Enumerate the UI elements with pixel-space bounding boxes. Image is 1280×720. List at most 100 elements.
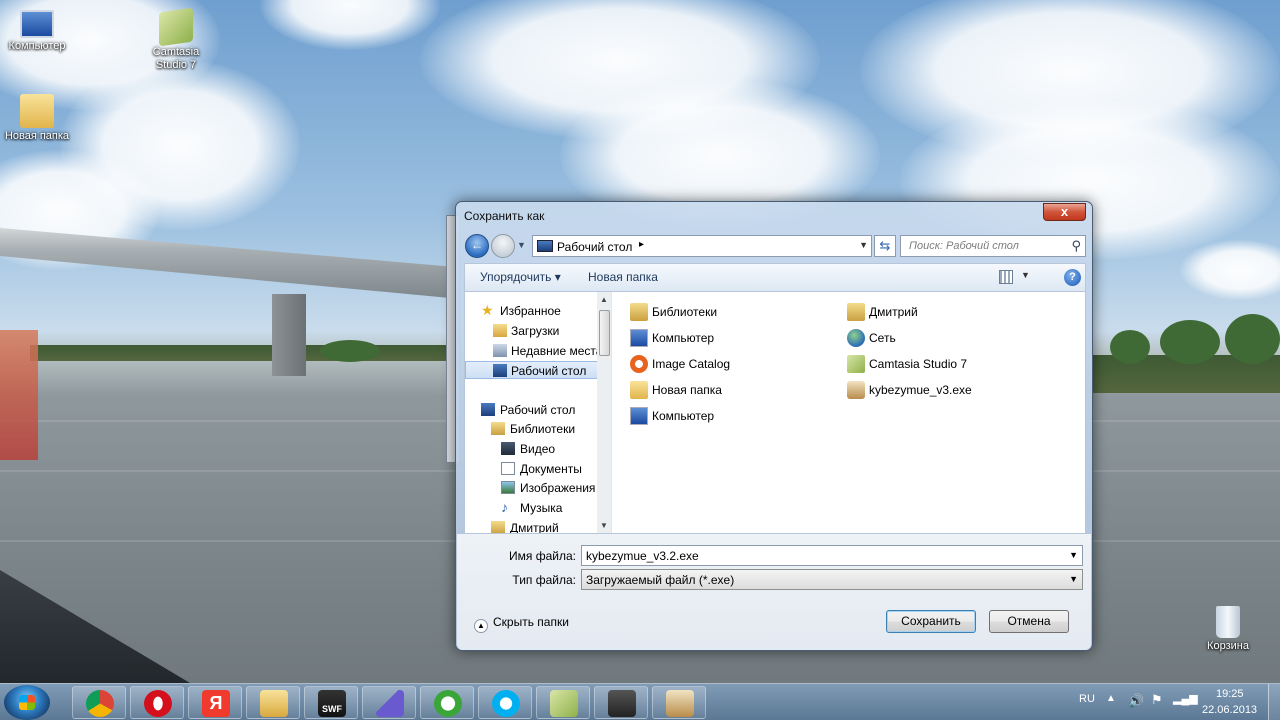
filename-dropdown-icon[interactable]: ▼ [1069,550,1078,560]
clock-date[interactable]: 22.06.2013 [1202,704,1257,716]
desktop-icon-new-folder[interactable]: Новая папка [0,94,75,143]
taskbar-app-camtasia[interactable] [536,686,590,719]
taskbar: Я SWF RU ▲ 🔊 ⚑ ▂▄▆ 19:25 22.06.2013 [0,683,1280,720]
desktop-icon-label: Camtasia Studio 7 [152,46,200,71]
clock-time[interactable]: 19:25 [1216,688,1244,700]
taskbar-app-opera[interactable] [130,686,184,719]
documents-icon [501,462,515,475]
close-button[interactable]: x [1043,203,1086,221]
nav-item-user[interactable]: Дмитрий [473,519,611,533]
recycle-bin-icon [1216,606,1240,638]
start-button[interactable] [4,685,50,720]
pictures-icon [501,481,515,494]
help-button[interactable]: ? [1064,269,1081,286]
nav-item-label: Дмитрий [510,521,559,533]
computer-icon [630,329,648,347]
taskbar-app-chrome[interactable] [72,686,126,719]
view-options-icon[interactable] [999,270,1013,284]
user-folder-icon [847,303,865,321]
address-location[interactable]: Рабочий стол [557,240,632,254]
filename-label: Имя файла: [509,549,576,563]
taskbar-app-yandex[interactable]: Я [188,686,242,719]
network-icon [847,329,865,347]
folder-icon [630,381,648,399]
recent-places-icon [493,344,507,357]
scrollbar-thumb[interactable] [599,310,610,356]
nav-item-favorites[interactable]: ★ Избранное [473,302,611,320]
desktop-icon-label: Новая папка [4,130,70,142]
filetype-dropdown-icon[interactable]: ▼ [1069,574,1078,584]
organize-button[interactable]: Упорядочить ▾ [480,270,561,284]
refresh-button[interactable]: ⇆ [874,235,896,257]
network-signal-icon[interactable]: ▂▄▆ [1173,692,1198,705]
folder-icon [20,94,54,128]
taskbar-app-wizard[interactable] [362,686,416,719]
file-name: Библиотеки [652,305,718,319]
filename-field[interactable]: kybezymue_v3.2.exe ▼ [581,545,1083,566]
desktop-icon-recycle-bin[interactable]: Корзина [1190,606,1266,653]
nav-item-video[interactable]: Видео [473,440,611,458]
nav-item-libraries[interactable]: Библиотеки [473,420,611,438]
save-button[interactable]: Сохранить [886,610,976,633]
filetype-select[interactable]: Загружаемый файл (*.exe) ▼ [581,569,1083,590]
file-name: Image Catalog [652,357,731,371]
forward-button[interactable] [491,234,515,258]
nav-item-desktop[interactable]: Рабочий стол [473,401,611,419]
file-name: Camtasia Studio 7 [869,357,968,371]
taskbar-app-camera[interactable] [594,686,648,719]
show-hidden-icons[interactable]: ▲ [1106,693,1116,704]
nav-item-recent-places[interactable]: Недавние места [473,342,611,360]
file-name: Сеть [869,331,896,345]
nav-item-desktop-favorite[interactable]: Рабочий стол [465,361,611,379]
desktop-icon-label: Компьютер [8,40,66,52]
hide-folders-label: Скрыть папки [493,615,569,629]
navigation-pane: ★ Избранное Загрузки Недавние места Рабо… [465,292,612,533]
breadcrumb-arrow-icon[interactable]: ▸ [639,239,644,250]
nav-item-documents[interactable]: Документы [473,460,611,478]
view-dropdown-icon[interactable]: ▼ [1021,270,1030,280]
taskbar-app-explorer[interactable] [246,686,300,719]
scroll-down-icon[interactable]: ▼ [600,521,608,530]
nav-item-downloads[interactable]: Загрузки [473,322,611,340]
show-desktop-button[interactable] [1268,684,1280,720]
music-icon: ♪ [501,499,508,515]
volume-icon[interactable]: 🔊 [1128,693,1144,709]
address-dropdown-icon[interactable]: ▼ [859,240,868,250]
yandex-icon: Я [202,690,230,717]
history-dropdown-icon[interactable]: ▼ [517,240,526,250]
desktop-icon-camtasia[interactable]: Camtasia Studio 7 [138,7,214,72]
file-name: Компьютер [652,331,715,345]
nav-item-music[interactable]: ♪ Музыка [473,499,611,517]
language-indicator[interactable]: RU [1079,693,1095,705]
skype-icon [492,690,520,717]
taskbar-app-swf[interactable]: SWF [304,686,358,719]
nav-item-label: Изображения [520,481,596,495]
search-icon[interactable]: ⚲ [1071,238,1081,254]
action-center-flag-icon[interactable]: ⚑ [1151,692,1163,708]
address-bar[interactable]: Рабочий стол ▸ ▼ [532,235,872,257]
libraries-icon [491,422,505,435]
installer-icon [666,690,694,717]
new-folder-button[interactable]: Новая папка [588,270,658,284]
camtasia-icon [847,355,865,373]
desktop-icon-computer[interactable]: Компьютер [0,10,75,53]
wizard-icon [376,690,404,717]
taskbar-app-skype[interactable] [478,686,532,719]
dialog-title: Сохранить как [464,209,545,223]
search-input[interactable]: Поиск: Рабочий стол ⚲ [900,235,1086,257]
taskbar-app-utorrent[interactable] [420,686,474,719]
utorrent-icon [434,690,462,717]
nav-pane-scrollbar[interactable]: ▲ ▼ [597,292,611,533]
cancel-button[interactable]: Отмена [989,610,1069,633]
nav-item-pictures[interactable]: Изображения [473,479,611,497]
camtasia-icon [550,690,578,717]
scroll-up-icon[interactable]: ▲ [600,295,608,304]
filename-value[interactable]: kybezymue_v3.2.exe [586,549,699,563]
downloads-icon [493,324,507,337]
taskbar-app-installer[interactable] [652,686,706,719]
back-button[interactable]: ← [465,234,489,258]
hide-folders-toggle[interactable]: ▲ Скрыть папки [474,615,569,633]
exe-icon [847,381,865,399]
search-placeholder: Поиск: Рабочий стол [909,240,1019,252]
file-name: Новая папка [652,383,722,397]
